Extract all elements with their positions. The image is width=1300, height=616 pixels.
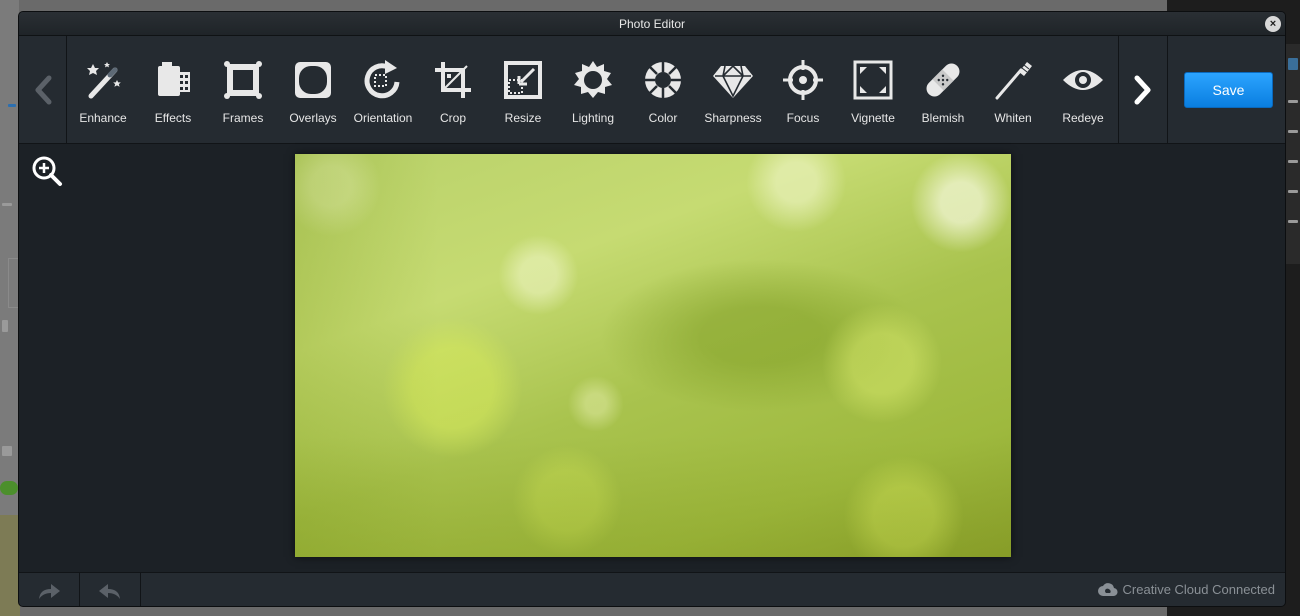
tool-label: Frames [222,111,264,125]
tool-label: Overlays [289,111,337,125]
tool-toolbar: Enhance Effects Frames Overlays Orientat… [19,36,1285,144]
tool-label: Enhance [79,111,127,125]
window-title: Photo Editor [618,17,686,31]
rotate-icon [364,60,400,99]
frame-icon [224,61,262,99]
creative-cloud-icon [1097,582,1118,596]
tool-orientation[interactable]: Orientation [348,36,418,144]
undo-arrow-icon [99,584,120,599]
tool-blemish[interactable]: Blemish [908,36,978,144]
eye-icon [1063,70,1103,90]
tool-label: Lighting [571,111,615,125]
tool-redeye[interactable]: Redeye [1048,36,1118,144]
save-area: Save [1167,36,1285,144]
tool-lighting[interactable]: Lighting [558,36,628,144]
backdrop-sidebar-mark [1288,160,1298,163]
backdrop-sidebar-mark [1288,220,1298,223]
canvas-area [19,145,1285,572]
diamond-icon [713,64,753,98]
backdrop-sidebar-mark [1288,130,1298,133]
backdrop-sidebar-mark [1288,58,1298,70]
resize-icon [504,61,542,99]
bandage-icon [926,63,960,97]
crop-icon [435,62,471,98]
backdrop-right-sidebar [1285,44,1300,264]
film-strip-icon [158,62,190,96]
backdrop-text-mark [2,320,8,332]
tool-whiten[interactable]: Whiten [978,36,1048,144]
tool-list: Enhance Effects Frames Overlays Orientat… [68,36,1118,144]
undo-button[interactable] [80,573,141,606]
tool-label: Redeye [1062,111,1104,125]
redo-button[interactable] [19,573,80,606]
photo-editor-modal: Photo Editor × Enhance Effects Frames Ov… [18,11,1286,607]
tool-label: Vignette [851,111,895,125]
toothbrush-icon [995,62,1032,100]
tool-color[interactable]: Color [628,36,698,144]
backdrop-text-mark [2,203,12,206]
tool-focus[interactable]: Focus [768,36,838,144]
photo-canvas[interactable] [295,154,1011,557]
tool-label: Crop [439,111,466,125]
zoom-in-button[interactable] [31,155,63,187]
close-button[interactable]: × [1265,16,1281,32]
sun-icon [574,61,612,98]
tool-crop[interactable]: Crop [418,36,488,144]
title-bar: Photo Editor × [19,12,1285,36]
tool-label: Blemish [921,111,965,125]
vignette-icon [853,60,893,100]
tool-overlays[interactable]: Overlays [278,36,348,144]
backdrop-text-mark [2,446,12,456]
tool-label: Color [648,111,678,125]
tool-resize[interactable]: Resize [488,36,558,144]
tool-label: Sharpness [704,111,762,125]
next-tools-button[interactable] [1118,36,1166,144]
save-button[interactable]: Save [1184,72,1273,108]
tool-label: Focus [786,111,820,125]
tool-label: Orientation [353,111,413,125]
backdrop-left-bottom [0,515,20,616]
chevron-right-icon [1134,75,1150,105]
overlay-icon [295,62,331,98]
tool-vignette[interactable]: Vignette [838,36,908,144]
backdrop-sidebar-mark [1288,190,1298,193]
color-wheel-icon [644,61,682,99]
chevron-left-icon [35,75,51,105]
previous-tools-button[interactable] [19,36,67,144]
backdrop-link-mark [8,104,16,107]
backdrop-sidebar-mark [1288,100,1298,103]
target-icon [783,60,823,100]
zoom-in-icon [32,156,62,186]
bottom-bar: Creative Cloud Connected [19,572,1285,606]
backdrop-toggle [0,481,18,495]
creative-cloud-status: Creative Cloud Connected [1097,582,1275,597]
tool-enhance[interactable]: Enhance [68,36,138,144]
tool-sharpness[interactable]: Sharpness [698,36,768,144]
magic-wand-icon [87,62,121,99]
tool-label: Effects [154,111,192,125]
tool-effects[interactable]: Effects [138,36,208,144]
tool-label: Whiten [994,111,1032,125]
tool-frames[interactable]: Frames [208,36,278,144]
tool-label: Resize [504,111,542,125]
redo-arrow-icon [39,584,60,599]
creative-cloud-status-text: Creative Cloud Connected [1122,582,1275,597]
